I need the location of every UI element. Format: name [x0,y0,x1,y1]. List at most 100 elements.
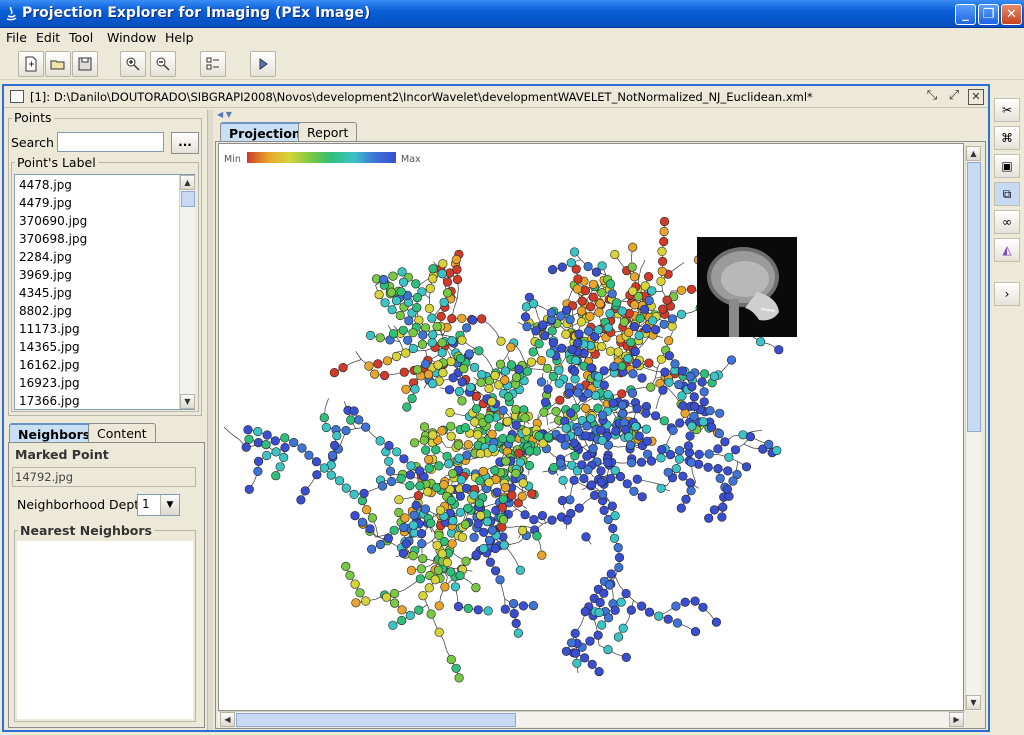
projection-point[interactable] [410,384,420,394]
projection-point[interactable] [607,501,617,511]
projection-point[interactable] [447,314,457,324]
projection-point[interactable] [584,326,594,336]
projection-point[interactable] [341,425,351,436]
projection-point[interactable] [662,295,672,305]
projection-point[interactable] [648,316,658,326]
projection-point[interactable] [418,330,428,340]
projection-point[interactable] [637,373,647,383]
projection-point[interactable] [319,413,329,423]
projection-point[interactable] [439,297,449,307]
projection-point[interactable] [663,614,673,624]
projection-point[interactable] [484,383,494,394]
projection-point[interactable] [665,450,676,460]
projection-point[interactable] [414,605,424,615]
projection-point[interactable] [618,623,628,633]
projection-point[interactable] [581,532,591,542]
projection-point[interactable] [656,483,666,493]
projection-point[interactable] [534,339,544,349]
projection-point[interactable] [705,406,715,416]
projection-point[interactable] [659,236,669,247]
projection-point[interactable] [460,423,470,433]
projection-point[interactable] [509,599,519,609]
projection-point[interactable] [537,511,548,521]
projection-point[interactable] [644,607,655,617]
projection-point[interactable] [311,457,322,467]
projection-point[interactable] [434,627,444,637]
projection-point[interactable] [593,325,604,335]
projection-point[interactable] [614,562,624,573]
projection-point[interactable] [370,369,380,379]
projection-point[interactable] [608,523,618,534]
minimize-button[interactable]: _ [955,4,976,25]
menu-help[interactable]: Help [165,30,194,45]
projection-point[interactable] [462,450,472,460]
projection-point[interactable] [471,550,481,560]
projection-point[interactable] [280,433,290,443]
projection-point[interactable] [698,602,708,612]
projection-point[interactable] [686,486,696,496]
projection-point[interactable] [709,505,720,515]
projection-point[interactable] [613,347,623,357]
projection-point[interactable] [570,451,580,461]
projection-point[interactable] [594,666,604,677]
projection-point[interactable] [664,377,674,387]
projection-point[interactable] [612,298,622,308]
projection-point[interactable] [646,382,656,392]
projection-point[interactable] [457,335,467,345]
projection-point[interactable] [593,630,603,640]
projection-point[interactable] [687,421,697,431]
projection-point[interactable] [507,490,517,500]
projection-point[interactable] [651,411,661,421]
canvas-vertical-scrollbar[interactable]: ▲ ▼ [965,146,981,711]
projection-point[interactable] [511,372,522,382]
projection-point[interactable] [566,408,576,418]
projection-point[interactable] [329,368,339,378]
projection-point[interactable] [654,611,664,621]
projection-point[interactable] [484,535,495,546]
projection-point[interactable] [418,554,428,564]
tab-neighbors[interactable]: Neighbors [9,423,100,443]
projection-point[interactable] [417,339,427,349]
projection-point[interactable] [350,511,360,521]
projection-point[interactable] [357,517,368,527]
projection-point[interactable] [500,483,511,493]
projection-point[interactable] [730,445,741,455]
save-button[interactable] [72,51,98,77]
projection-point[interactable] [405,610,415,621]
projection-point[interactable] [700,369,710,379]
list-item[interactable]: 8802.jpg [19,304,72,318]
projection-point[interactable] [581,431,591,441]
projection-point[interactable] [671,464,681,474]
xray-thumbnail-image[interactable] [697,237,797,337]
projection-point[interactable] [579,473,589,484]
projection-point[interactable] [399,277,409,287]
projection-point[interactable] [570,628,580,639]
projection-point[interactable] [603,323,613,333]
projection-point[interactable] [690,401,700,412]
projection-point[interactable] [496,336,506,346]
projection-point[interactable] [497,522,507,532]
projection-point[interactable] [571,648,581,658]
projection-point[interactable] [262,430,272,440]
projection-point[interactable] [461,556,471,566]
projection-point[interactable] [461,483,472,493]
projection-point[interactable] [608,398,618,408]
projection-point[interactable] [453,440,463,450]
projection-point[interactable] [644,358,654,368]
projection-point[interactable] [411,279,421,289]
projection-point[interactable] [437,269,447,279]
projection-point[interactable] [629,486,639,496]
projection-point[interactable] [590,490,600,501]
projection-point[interactable] [479,527,489,537]
projection-point[interactable] [637,492,647,502]
find-button[interactable]: ⌘ [994,126,1020,150]
projection-point[interactable] [631,421,641,432]
projection-point[interactable] [446,421,456,431]
projection-point[interactable] [444,385,455,395]
projection-point[interactable] [562,515,573,525]
projection-point[interactable] [397,267,407,277]
projection-point[interactable] [640,304,650,314]
projection-point[interactable] [528,601,539,611]
projection-point[interactable] [485,557,496,567]
projection-point[interactable] [457,313,467,323]
